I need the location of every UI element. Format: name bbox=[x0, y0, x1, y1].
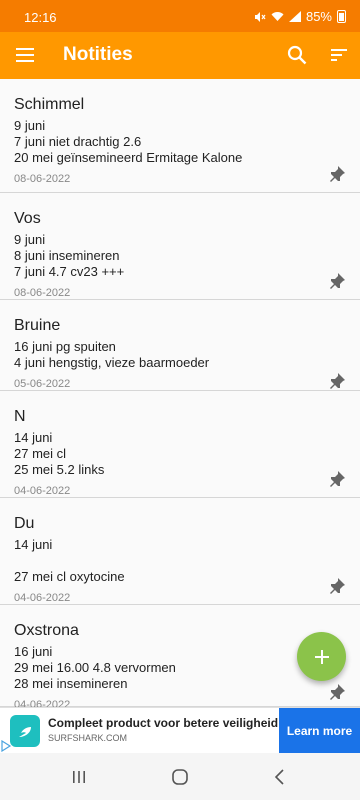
note-line: 14 juni bbox=[14, 537, 53, 552]
ad-choices-icon[interactable] bbox=[0, 740, 12, 752]
note-line: 28 mei insemineren bbox=[14, 676, 128, 691]
note-title: Vos bbox=[14, 210, 41, 227]
pin-icon[interactable] bbox=[328, 165, 346, 183]
page-title: Notities bbox=[63, 44, 133, 65]
note-line: 8 juni insemineren bbox=[14, 248, 120, 263]
note-title: Schimmel bbox=[14, 96, 85, 113]
note-line: 27 mei cl bbox=[14, 446, 67, 461]
note-item[interactable]: Bruine 16 juni pg spuiten 4 juni hengsti… bbox=[0, 300, 360, 391]
pin-icon[interactable] bbox=[328, 372, 346, 390]
note-line: 7 juni 4.7 cv23 +++ bbox=[14, 264, 125, 279]
status-time: 12:16 bbox=[24, 10, 57, 25]
note-line: 14 juni bbox=[14, 430, 53, 445]
note-line: 20 mei geïnsemineerd Ermitage Kalone bbox=[14, 150, 243, 165]
status-icons: 85% bbox=[254, 9, 346, 24]
home-icon[interactable] bbox=[170, 767, 190, 787]
note-title: N bbox=[14, 408, 26, 425]
note-title: Bruine bbox=[14, 317, 61, 334]
back-icon[interactable] bbox=[270, 767, 290, 787]
ad-headline: Compleet product voor betere veiligheid bbox=[48, 716, 279, 730]
note-item[interactable]: Vos 9 juni 8 juni insemineren 7 juni 4.7… bbox=[0, 193, 360, 300]
pin-icon[interactable] bbox=[328, 272, 346, 290]
add-note-button[interactable] bbox=[297, 632, 346, 681]
note-line: 27 mei cl oxytocine bbox=[14, 569, 125, 584]
mute-icon bbox=[254, 11, 266, 22]
pin-icon[interactable] bbox=[328, 683, 346, 701]
note-date: 04-06-2022 bbox=[14, 485, 71, 497]
ad-banner[interactable]: Compleet product voor betere veiligheid … bbox=[0, 707, 360, 754]
status-bar: 12:16 85% bbox=[0, 0, 360, 32]
note-line bbox=[14, 553, 346, 569]
note-title: Oxstrona bbox=[14, 622, 79, 639]
note-line: 9 juni bbox=[14, 118, 46, 133]
note-date: 04-06-2022 bbox=[14, 592, 71, 604]
notes-list: Schimmel 9 juni 7 juni niet drachtig 2.6… bbox=[0, 79, 360, 711]
battery-icon bbox=[337, 10, 346, 23]
search-icon[interactable] bbox=[286, 44, 308, 66]
note-line: 29 mei 16.00 4.8 vervormen bbox=[14, 660, 176, 675]
pin-icon[interactable] bbox=[328, 470, 346, 488]
note-title: Du bbox=[14, 515, 35, 532]
note-line: 25 mei 5.2 links bbox=[14, 462, 105, 477]
ad-domain: SURFSHARK.COM bbox=[48, 733, 128, 743]
note-line: 4 juni hengstig, vieze baarmoeder bbox=[14, 355, 210, 370]
note-date: 08-06-2022 bbox=[14, 173, 71, 185]
note-line: 7 juni niet drachtig 2.6 bbox=[14, 134, 142, 149]
sort-icon[interactable] bbox=[328, 44, 350, 66]
recent-apps-icon[interactable] bbox=[69, 767, 89, 787]
note-item[interactable]: Du 14 juni 27 mei cl oxytocine 04-06-202… bbox=[0, 498, 360, 605]
app-bar: Notities bbox=[0, 32, 360, 79]
pin-icon[interactable] bbox=[328, 577, 346, 595]
system-nav-bar bbox=[0, 753, 360, 800]
battery-percent: 85% bbox=[305, 9, 332, 24]
learn-more-button[interactable]: Learn more bbox=[279, 708, 360, 754]
note-date: 05-06-2022 bbox=[14, 378, 71, 390]
menu-icon[interactable] bbox=[14, 44, 36, 66]
surfshark-logo-icon bbox=[10, 715, 40, 747]
wifi-icon bbox=[271, 12, 284, 21]
note-date: 08-06-2022 bbox=[14, 287, 71, 299]
signal-icon bbox=[288, 11, 301, 22]
note-item[interactable]: N 14 juni 27 mei cl 25 mei 5.2 links 04-… bbox=[0, 391, 360, 498]
note-line: 16 juni pg spuiten bbox=[14, 339, 116, 354]
plus-icon bbox=[314, 649, 329, 664]
note-line: 9 juni bbox=[14, 232, 46, 247]
note-item[interactable]: Schimmel 9 juni 7 juni niet drachtig 2.6… bbox=[0, 79, 360, 193]
